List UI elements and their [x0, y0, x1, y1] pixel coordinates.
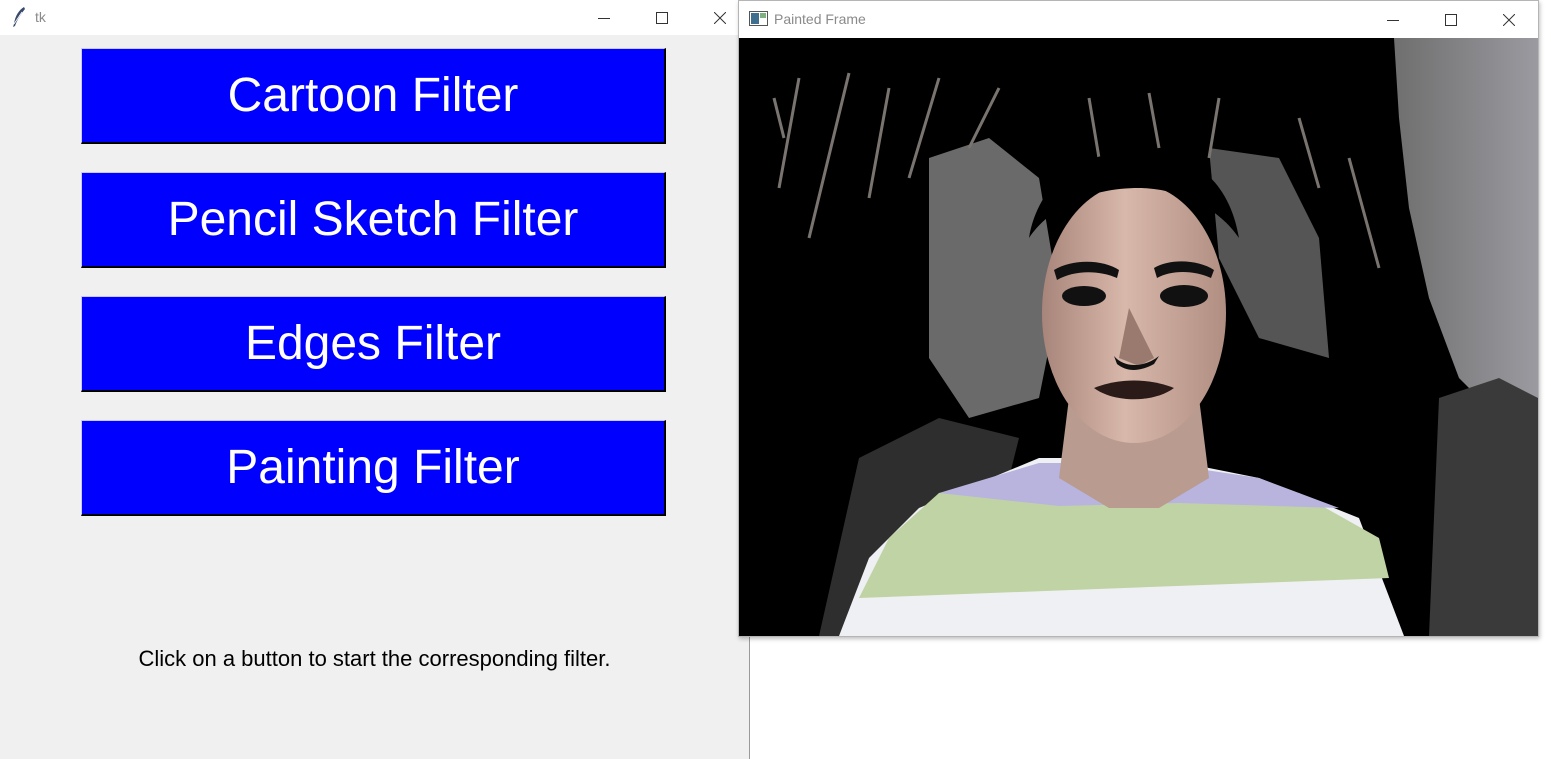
painted-frame-image [739, 38, 1538, 636]
instruction-label: Click on a button to start the correspon… [138, 646, 611, 671]
tk-window-controls [575, 0, 749, 35]
minimize-icon [1387, 14, 1399, 26]
tk-window-title: tk [35, 9, 46, 25]
maximize-button[interactable] [1422, 1, 1480, 38]
minimize-button[interactable] [575, 0, 633, 35]
painted-frame-window: Painted Frame [738, 0, 1539, 637]
close-button[interactable] [1480, 1, 1538, 38]
maximize-icon [656, 11, 668, 24]
painted-frame-window-controls [1364, 1, 1538, 36]
painted-frame-titlebar[interactable]: Painted Frame [739, 1, 1538, 38]
painting-filter-button[interactable]: Painting Filter [81, 420, 666, 516]
tk-titlebar[interactable]: tk [0, 0, 749, 35]
opencv-window-icon [749, 11, 769, 27]
feather-icon [11, 6, 27, 28]
painted-webcam-frame [739, 38, 1538, 636]
maximize-icon [1445, 13, 1457, 26]
minimize-button[interactable] [1364, 1, 1422, 38]
edges-filter-button[interactable]: Edges Filter [81, 296, 666, 392]
maximize-button[interactable] [633, 0, 691, 35]
tk-window: tk Cartoon Filter Pencil Sketch Filter E… [0, 0, 750, 759]
minimize-icon [598, 12, 610, 24]
close-icon [714, 11, 726, 24]
pencil-sketch-filter-button[interactable]: Pencil Sketch Filter [81, 172, 666, 268]
close-icon [1503, 13, 1515, 26]
cartoon-filter-button[interactable]: Cartoon Filter [81, 48, 666, 144]
painted-frame-title: Painted Frame [774, 11, 866, 27]
